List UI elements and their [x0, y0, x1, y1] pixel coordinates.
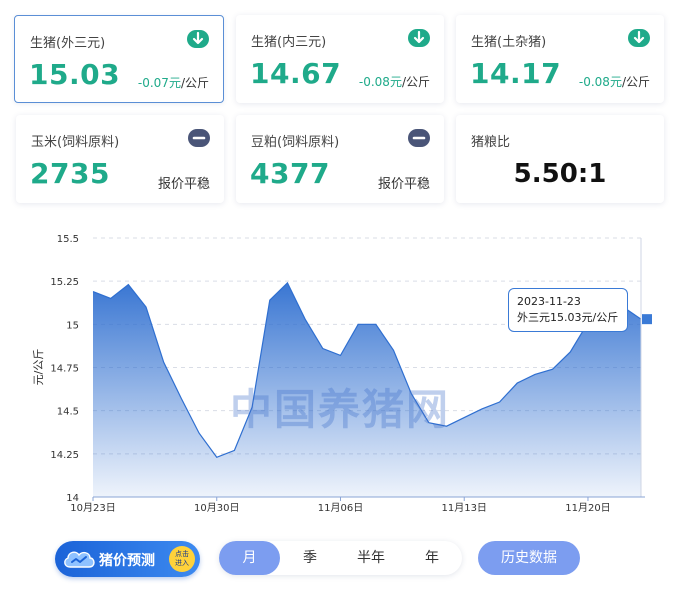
card-name: 生猪(内三元): [251, 35, 327, 50]
price-chart[interactable]: 15.515.251514.7514.514.251410月23日 10月30日 1…: [30, 225, 660, 515]
x-tick-label: 10月23日: [70, 502, 115, 514]
card-value: 15.03: [29, 58, 121, 91]
data-point[interactable]: [127, 283, 129, 285]
y-tick-label: 14.75: [50, 364, 79, 375]
card-pig-neisanyuan[interactable]: 生猪(内三元) 14.67 -0.08元/公斤: [236, 15, 444, 103]
cloud-icon: [61, 546, 97, 576]
y-axis-label: 元/公斤: [32, 349, 45, 386]
flat-icon: [188, 129, 210, 147]
history-data-button[interactable]: 历史数据: [478, 541, 580, 575]
data-point[interactable]: [322, 347, 324, 349]
click-enter-badge: 点击 进入: [169, 546, 195, 572]
y-tick-label: 15.25: [50, 277, 79, 288]
card-change: -0.08元/公斤: [578, 75, 650, 89]
data-point[interactable]: [392, 349, 394, 351]
card-value: 5.50:1: [513, 159, 607, 189]
data-point[interactable]: [304, 318, 306, 320]
x-tick-label: 11月06日: [318, 502, 363, 514]
x-tick-label: 11月20日: [565, 502, 610, 514]
tooltip-text: 外三元15.03元/公斤: [517, 311, 619, 324]
data-point[interactable]: [163, 361, 165, 363]
forecast-label: 猪价预测: [99, 553, 155, 569]
data-point[interactable]: [233, 449, 235, 451]
card-name: 豆粕(饲料原料): [251, 135, 340, 150]
down-arrow-icon: [187, 30, 209, 48]
data-point[interactable]: [481, 408, 483, 410]
card-pig-tuzazhu[interactable]: 生猪(土杂猪) 14.17 -0.08元/公斤: [456, 15, 664, 103]
hover-marker: [642, 314, 652, 325]
card-soymeal[interactable]: 豆粕(饲料原料) 4377 报价平稳: [236, 115, 444, 203]
y-tick-label: 15: [66, 320, 79, 331]
data-point[interactable]: [269, 299, 271, 301]
card-value: 14.17: [470, 57, 562, 90]
data-point[interactable]: [498, 401, 500, 403]
card-change: -0.07元/公斤: [137, 76, 209, 90]
data-point[interactable]: [145, 306, 147, 308]
down-arrow-icon: [628, 29, 650, 47]
data-point[interactable]: [339, 354, 341, 356]
tooltip-date: 2023-11-23: [517, 295, 581, 308]
card-status: 报价平稳: [377, 177, 430, 192]
data-point[interactable]: [109, 297, 111, 299]
x-tick-label: 10月30日: [194, 502, 239, 514]
data-point[interactable]: [534, 373, 536, 375]
period-selector: 月 季 半年 年: [219, 541, 462, 575]
card-name: 生猪(土杂猪): [471, 35, 547, 50]
tab-quarter[interactable]: 季: [280, 541, 340, 575]
flat-icon: [408, 129, 430, 147]
chart-tooltip: 2023-11-23 外三元15.03元/公斤: [508, 288, 628, 332]
card-name: 生猪(外三元): [30, 36, 106, 51]
card-value: 4377: [250, 157, 330, 190]
card-pig-waisanyuan[interactable]: 生猪(外三元) 15.03 -0.07元/公斤: [14, 15, 224, 103]
data-point[interactable]: [375, 323, 377, 325]
price-forecast-button[interactable]: 猪价预测 点击 进入: [55, 541, 200, 577]
tab-month[interactable]: 月: [219, 541, 280, 575]
card-name: 猪粮比: [471, 135, 511, 150]
down-arrow-icon: [408, 29, 430, 47]
card-value: 2735: [30, 157, 110, 190]
y-tick-label: 14.5: [57, 407, 79, 418]
data-point[interactable]: [92, 290, 94, 292]
data-point[interactable]: [463, 416, 465, 418]
data-point[interactable]: [516, 382, 518, 384]
card-corn[interactable]: 玉米(饲料原料) 2735 报价平稳: [16, 115, 224, 203]
card-name: 玉米(饲料原料): [31, 135, 120, 150]
x-tick-label: 11月13日: [441, 502, 486, 514]
card-pig-grain-ratio[interactable]: 猪粮比 5.50:1: [456, 115, 664, 203]
tab-half-year[interactable]: 半年: [340, 541, 402, 575]
card-change: -0.08元/公斤: [358, 75, 430, 89]
card-status: 报价平稳: [157, 177, 210, 192]
data-point[interactable]: [198, 432, 200, 434]
y-tick-label: 15.5: [57, 234, 79, 245]
data-point[interactable]: [551, 368, 553, 370]
y-tick-label: 14.25: [50, 450, 79, 461]
data-point[interactable]: [357, 323, 359, 325]
data-point[interactable]: [286, 282, 288, 284]
tab-year[interactable]: 年: [402, 541, 462, 575]
data-point[interactable]: [569, 351, 571, 353]
watermark: 中国养猪网: [230, 385, 451, 434]
card-value: 14.67: [250, 57, 342, 90]
data-point[interactable]: [216, 456, 218, 458]
data-point[interactable]: [180, 397, 182, 399]
